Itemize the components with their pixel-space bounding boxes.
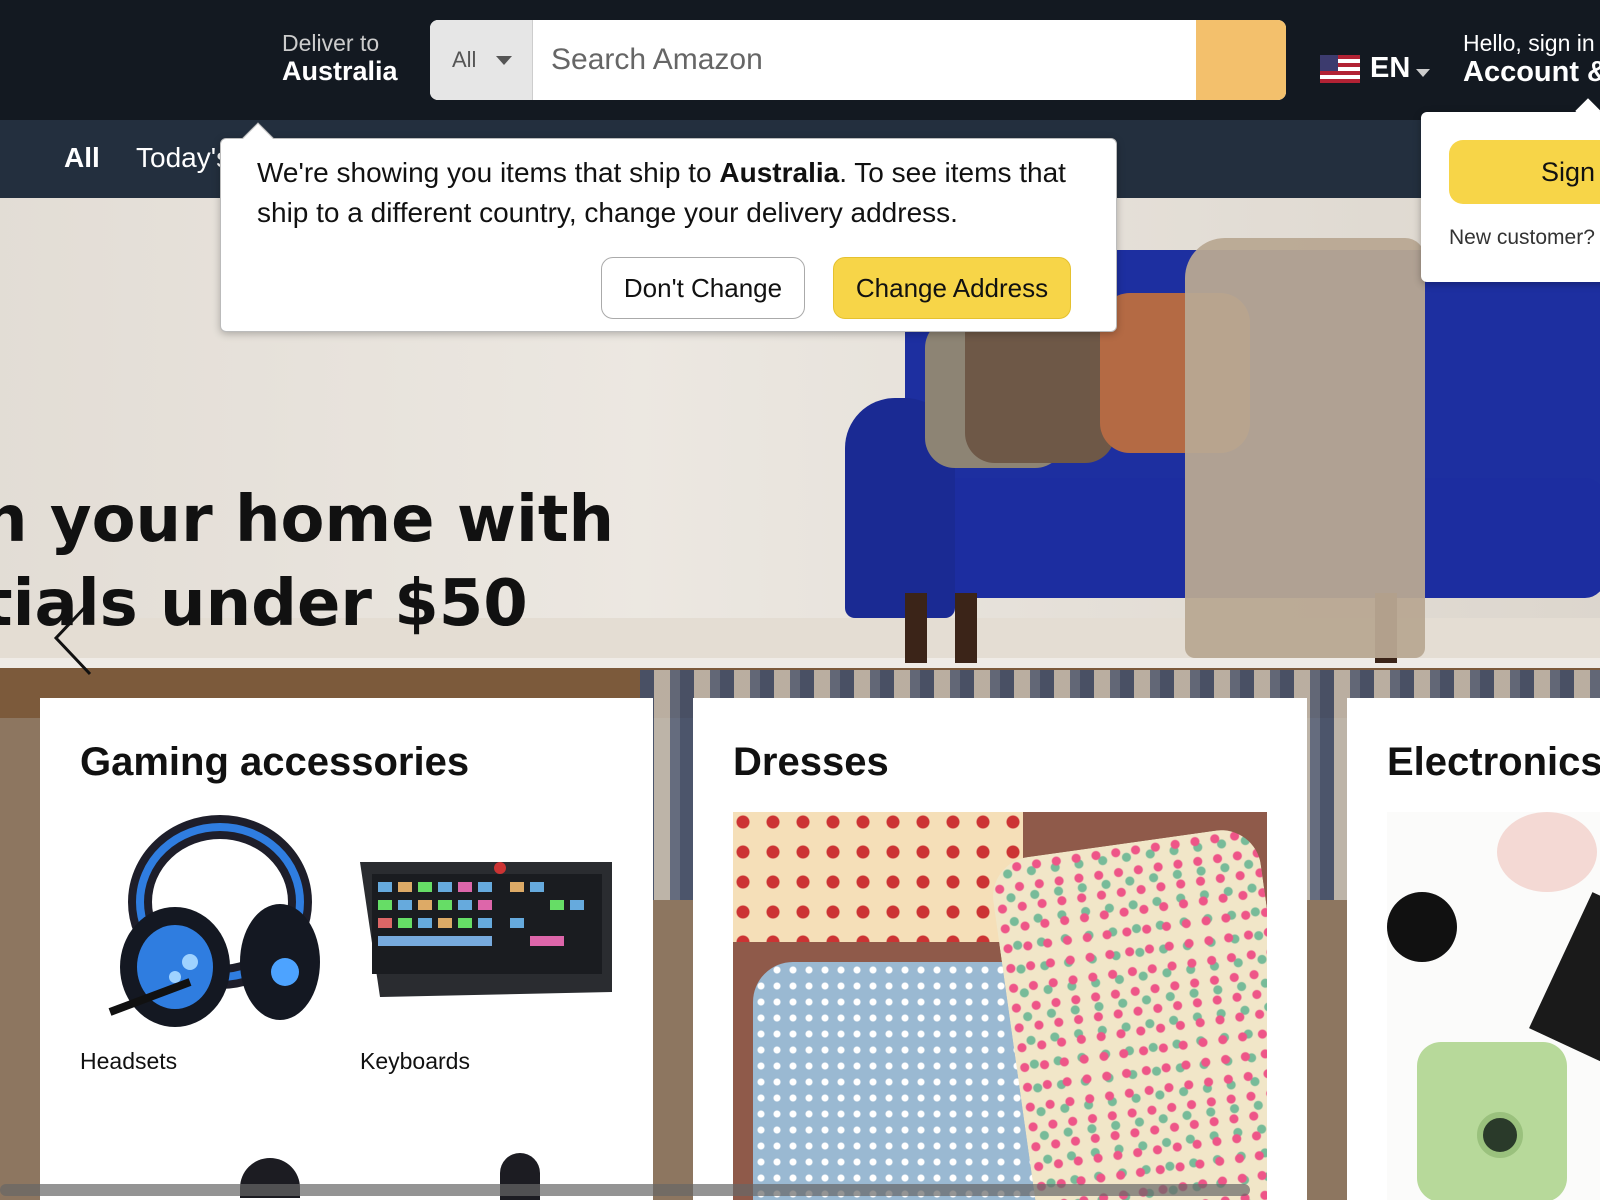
- chevron-left-icon[interactable]: [52, 598, 92, 678]
- deliver-to-link[interactable]: Deliver to Australia: [282, 30, 398, 87]
- category-card-gaming: Gaming accessories Headsets Keyboards: [40, 698, 653, 1200]
- search-bar: All: [430, 20, 1286, 100]
- signin-flyout: Sign in New customer?: [1421, 98, 1600, 282]
- search-input[interactable]: [533, 20, 1196, 100]
- language-code: EN: [1370, 52, 1411, 84]
- all-menu-button[interactable]: All: [64, 142, 100, 174]
- tile-label: Keyboards: [360, 1048, 470, 1074]
- headset-image: [80, 812, 330, 1044]
- electronics-image: [1387, 812, 1600, 1200]
- hero-line-2: tials under $50: [0, 567, 528, 641]
- keyboard-image: [360, 812, 612, 1044]
- account-label: Account &: [1463, 56, 1600, 89]
- popover-country: Australia: [719, 157, 840, 188]
- card-title: Gaming accessories: [80, 740, 470, 784]
- horizontal-scrollbar[interactable]: [0, 1184, 1250, 1196]
- language-selector[interactable]: EN: [1320, 52, 1431, 85]
- us-flag-icon: [1320, 54, 1360, 83]
- delivery-location-popover: We're showing you items that ship to Aus…: [220, 122, 1117, 332]
- hero-line-1: h your home with: [0, 483, 615, 557]
- account-menu[interactable]: Hello, sign in Account &: [1463, 30, 1600, 90]
- change-address-button[interactable]: Change Address: [833, 257, 1071, 319]
- tile-headsets[interactable]: Headsets: [80, 812, 330, 1082]
- search-category-select[interactable]: All: [430, 20, 533, 100]
- chevron-down-icon: [1416, 68, 1431, 77]
- deliver-to-label: Deliver to: [282, 30, 380, 56]
- category-card-electronics[interactable]: Electronics: [1347, 698, 1600, 1200]
- top-nav-bar: Deliver to Australia All EN Hello, sign …: [0, 0, 1600, 120]
- tile-label: Headsets: [80, 1048, 178, 1074]
- search-submit-button[interactable]: [1196, 20, 1286, 100]
- dresses-image: [733, 812, 1267, 1200]
- chevron-down-icon: [496, 55, 513, 65]
- search-category-value: All: [452, 47, 477, 72]
- todays-deals-link[interactable]: Today's: [136, 142, 230, 174]
- new-customer-text: New customer?: [1449, 226, 1595, 249]
- card-title: Electronics: [1387, 740, 1600, 784]
- popover-message: We're showing you items that ship to Aus…: [257, 157, 1066, 228]
- card-title: Dresses: [733, 740, 889, 784]
- hero-headline: h your home with tials under $50: [0, 478, 614, 646]
- account-greeting: Hello, sign in: [1463, 30, 1595, 56]
- dont-change-button[interactable]: Don't Change: [601, 257, 805, 319]
- sign-in-button[interactable]: Sign in: [1449, 140, 1600, 204]
- tile-keyboards[interactable]: Keyboards: [360, 812, 612, 1082]
- category-card-dresses[interactable]: Dresses: [693, 698, 1307, 1200]
- deliver-country: Australia: [282, 56, 398, 87]
